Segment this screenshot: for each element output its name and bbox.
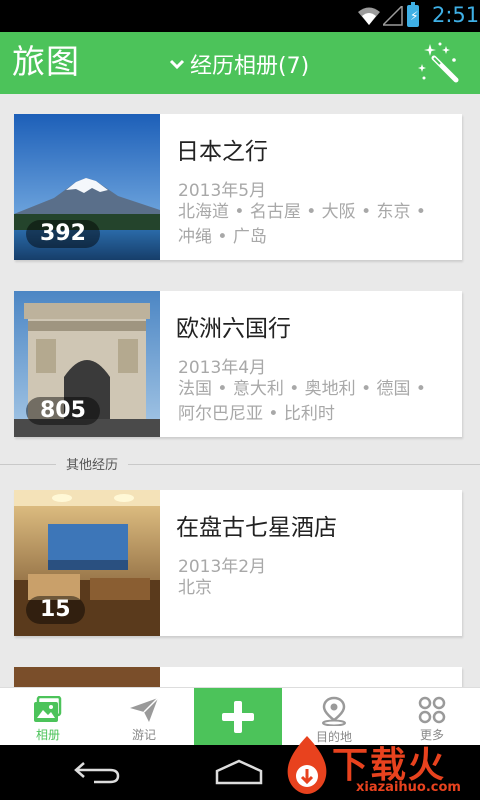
album-icon (34, 696, 62, 722)
section-label: 其他经历 (56, 454, 129, 473)
action-bar: 旅图 经历相册(7) (0, 32, 480, 94)
album-title: 欧洲六国行 (176, 316, 291, 342)
album-list[interactable]: 392 日本之行 2013年5月 北海道 • 名古屋 • 大阪 • 东京 • 冲… (0, 94, 480, 687)
photo-count: 805 (26, 397, 100, 425)
album-places: 法国 • 意大利 • 奥地利 • 德国 • 阿尔巴尼亚 • 比利时 (178, 379, 426, 424)
album-card-europe[interactable]: 805 欧洲六国行 2013年4月 法国 • 意大利 • 奥地利 • 德国 • … (14, 291, 462, 437)
tab-albums[interactable]: 相册 (0, 688, 96, 746)
album-thumbnail: 805 (14, 291, 160, 437)
watermark: 下载火 xiazaihuo.com (280, 728, 480, 800)
album-thumbnail: 392 (14, 114, 160, 260)
paper-plane-icon (130, 697, 159, 722)
album-places: 北海道 • 名古屋 • 大阪 • 东京 • 冲绳 • 广岛 (178, 202, 426, 247)
album-title: 在盘古七星酒店 (176, 515, 337, 541)
magic-wand-icon[interactable] (416, 40, 462, 86)
album-card-hotel[interactable]: 15 在盘古七星酒店 2013年2月 北京 (14, 490, 462, 636)
watermark-logo-icon (287, 736, 327, 794)
tab-travelogue-label: 游记 (131, 728, 156, 742)
album-selector[interactable]: 经历相册(7) (168, 49, 309, 79)
add-button[interactable] (194, 688, 282, 746)
chevron-down-icon (169, 59, 185, 70)
app-logo: 旅图 (12, 42, 80, 81)
album-thumbnail (14, 667, 160, 687)
plus-icon (222, 701, 254, 733)
album-date: 2013年4月 (178, 358, 267, 378)
wifi-icon (358, 7, 380, 25)
album-title: 日本之行 (176, 139, 268, 165)
album-card-partial[interactable]: 织调 (14, 667, 462, 687)
tab-albums-label: 相册 (35, 728, 60, 742)
album-card-japan[interactable]: 392 日本之行 2013年5月 北海道 • 名古屋 • 大阪 • 东京 • 冲… (14, 114, 462, 260)
signal-icon (383, 6, 403, 26)
clock: 2:51 (432, 3, 480, 27)
location-pin-icon (322, 696, 346, 726)
album-thumbnail: 15 (14, 490, 160, 636)
album-selector-label: 经历相册(7) (190, 54, 310, 79)
tab-travelogue[interactable]: 游记 (96, 688, 192, 746)
photo-count: 392 (26, 220, 100, 248)
album-date: 2013年2月 (178, 557, 267, 577)
photo-count: 15 (26, 596, 85, 624)
album-places: 北京 (178, 578, 212, 598)
battery-icon: ⚡ (407, 2, 419, 27)
grid-icon (418, 696, 446, 724)
back-icon[interactable] (72, 759, 122, 785)
watermark-url: xiazaihuo.com (356, 780, 461, 795)
home-icon[interactable] (214, 759, 264, 785)
status-bar: ⚡ 2:51 (0, 0, 480, 32)
album-date: 2013年5月 (178, 181, 267, 201)
